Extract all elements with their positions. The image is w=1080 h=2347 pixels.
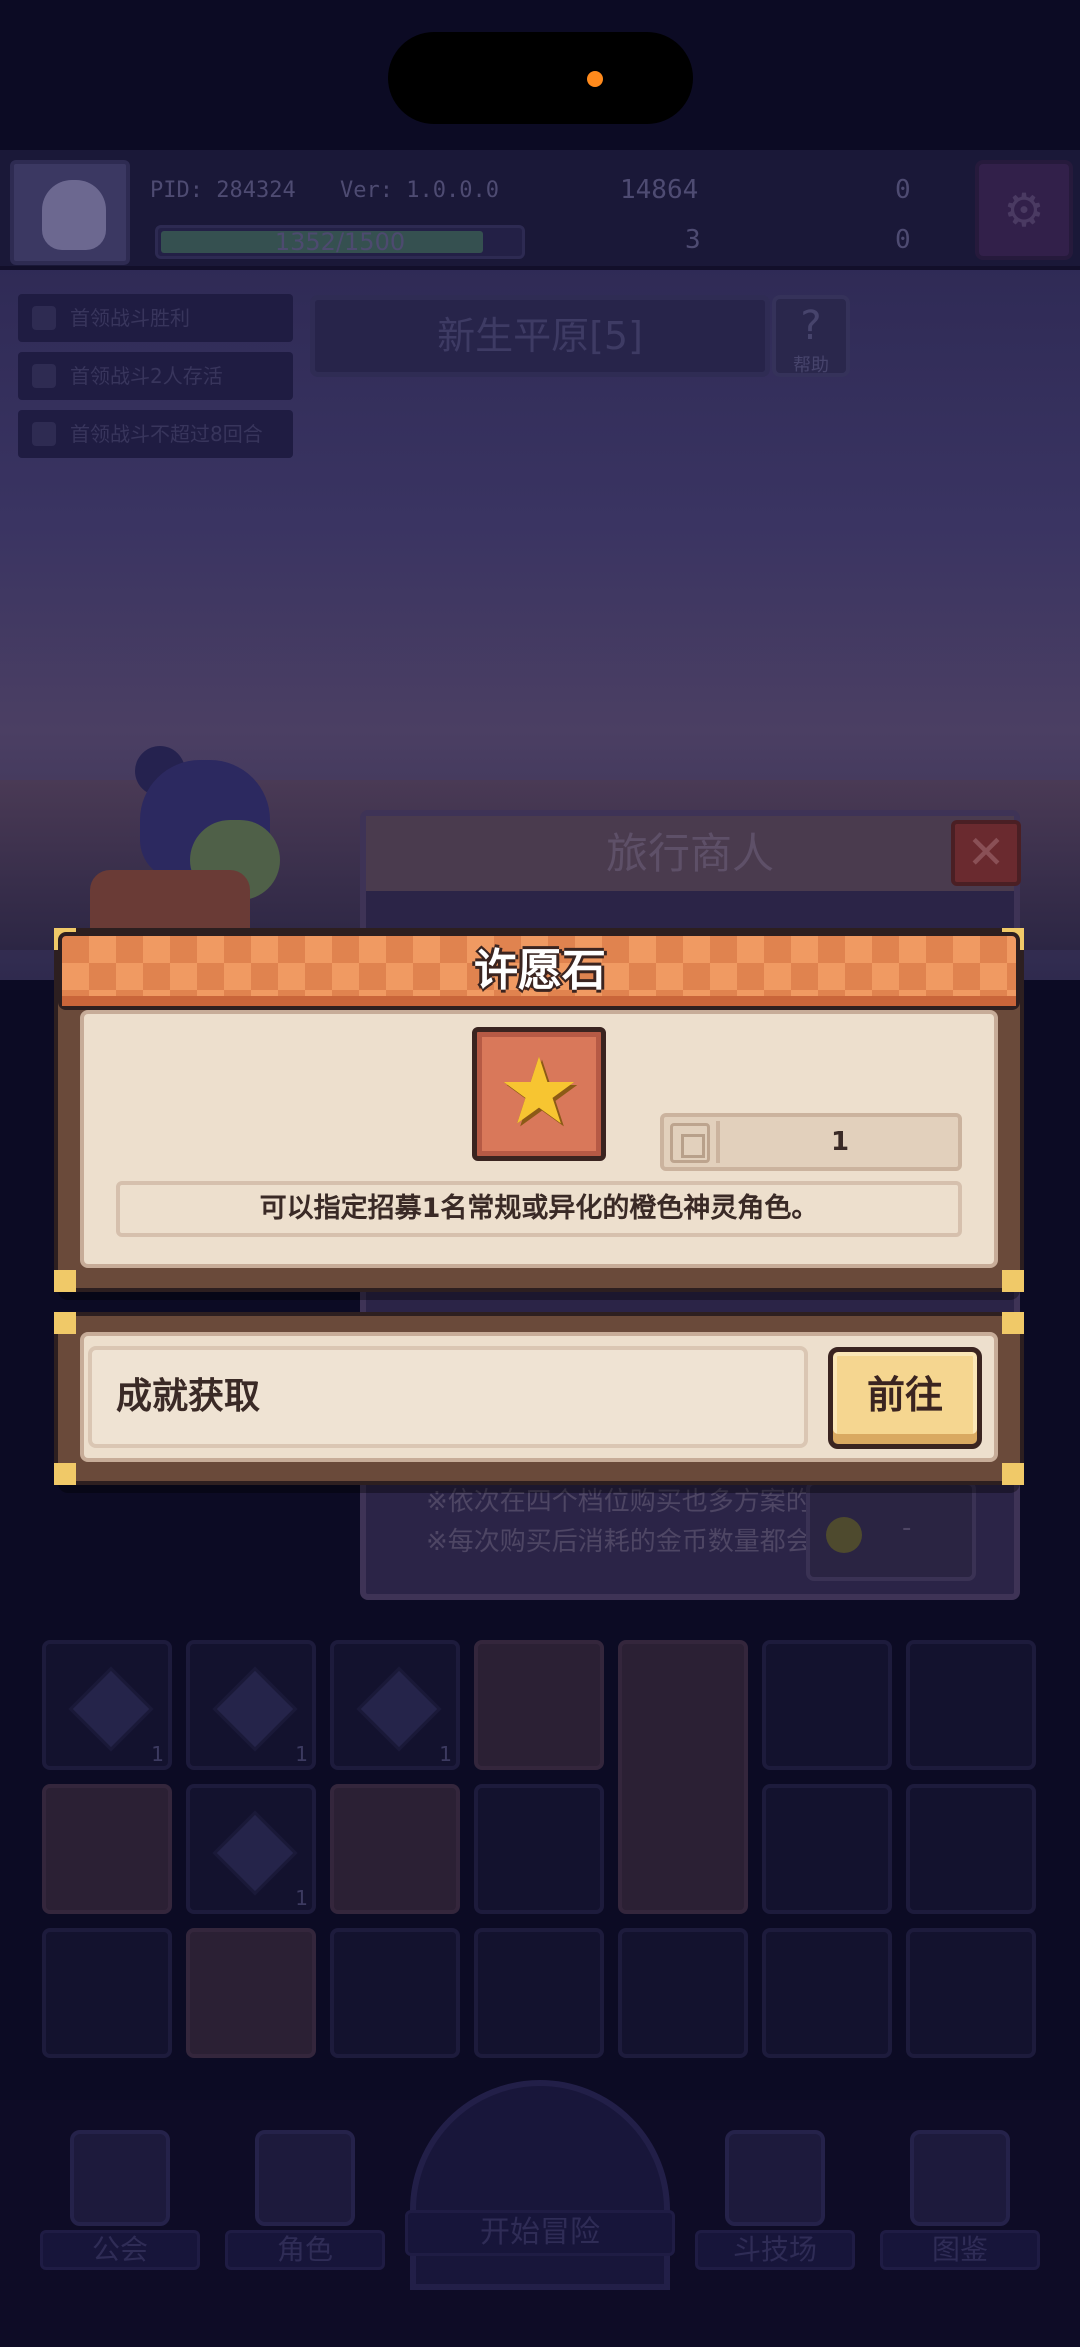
item-quantity-box: 1 xyxy=(660,1113,962,1171)
inventory-slot[interactable] xyxy=(618,1928,748,2058)
nav-character-label: 角色 xyxy=(225,2230,385,2270)
quantity-divider xyxy=(716,1121,720,1163)
key-count: 0 xyxy=(895,225,911,255)
help-button[interactable]: ? 帮助 xyxy=(772,295,850,377)
slot-count: 1 xyxy=(295,1886,308,1910)
player-avatar[interactable] xyxy=(10,160,130,265)
gold-count: 14864 xyxy=(620,175,699,205)
item-source-row: 成就获取 xyxy=(88,1346,808,1448)
nav-codex-label: 图鉴 xyxy=(880,2230,1040,2270)
gem-icon xyxy=(356,1666,442,1752)
slot-count: 1 xyxy=(295,1742,308,1766)
nav-codex[interactable]: 图鉴 xyxy=(880,2130,1040,2270)
inventory-slot[interactable] xyxy=(186,1928,316,2058)
frame-corner xyxy=(1002,1270,1024,1292)
nav-guild[interactable]: 公会 xyxy=(40,2130,200,2270)
item-description: 可以指定招募1名常规或异化的橙色神灵角色。 xyxy=(116,1181,962,1237)
hero-character xyxy=(90,746,310,940)
inventory-slot[interactable] xyxy=(474,1640,604,1770)
codex-icon xyxy=(910,2130,1010,2226)
quest-item: 首领战斗2人存活 xyxy=(18,352,293,400)
merchant-note: ※每次购买后消耗的金币数量都会提升 xyxy=(426,1527,864,1557)
swords-icon xyxy=(725,2130,825,2226)
camera-indicator-dot xyxy=(587,71,603,87)
nav-arena[interactable]: 斗技场 xyxy=(695,2130,855,2270)
nav-character[interactable]: 角色 xyxy=(225,2130,385,2270)
character-icon xyxy=(255,2130,355,2226)
inventory-slot[interactable] xyxy=(762,1640,892,1770)
coin-icon xyxy=(826,1517,862,1553)
clover-count: 3 xyxy=(685,225,701,255)
hero-body xyxy=(90,870,250,940)
quest-label: 首领战斗胜利 xyxy=(70,306,190,330)
inventory-slot[interactable] xyxy=(906,1928,1036,2058)
inventory-slot[interactable] xyxy=(330,1928,460,2058)
inventory-slot[interactable] xyxy=(330,1784,460,1914)
start-adventure-label: 开始冒险 xyxy=(405,2210,675,2256)
inventory-slot[interactable] xyxy=(42,1784,172,1914)
inventory-slot[interactable] xyxy=(762,1784,892,1914)
game-version: Ver: 1.0.0.0 xyxy=(340,178,499,203)
inventory-slot[interactable] xyxy=(42,1928,172,2058)
quest-label: 首领战斗2人存活 xyxy=(70,364,223,388)
inventory-slot[interactable]: 1 xyxy=(330,1640,460,1770)
inventory-slot[interactable] xyxy=(618,1640,748,1914)
inventory-slot[interactable] xyxy=(906,1784,1036,1914)
crown-icon xyxy=(32,364,56,388)
frame-corner xyxy=(54,1270,76,1292)
camera-notch xyxy=(388,32,693,124)
energy-bar: 1352/1500 xyxy=(155,225,525,259)
merchant-price: - xyxy=(902,1513,912,1543)
guild-icon xyxy=(70,2130,170,2226)
slot-count: 1 xyxy=(151,1742,164,1766)
crown-icon xyxy=(32,422,56,446)
merchant-title: 旅行商人 xyxy=(605,829,774,878)
frame-corner xyxy=(54,1312,76,1334)
player-id: PID: 284324 xyxy=(150,178,296,203)
question-icon: ? xyxy=(800,303,822,349)
wish-stone-item-icon: ★ xyxy=(472,1027,606,1161)
go-button-label: 前往 xyxy=(866,1373,943,1417)
nav-arena-label: 斗技场 xyxy=(695,2230,855,2270)
gem-icon xyxy=(212,1666,298,1752)
quest-item: 首领战斗胜利 xyxy=(18,294,293,342)
slot-count: 1 xyxy=(439,1742,452,1766)
star-icon: ★ xyxy=(497,1038,581,1145)
gem-count: 0 xyxy=(895,175,911,205)
gear-icon: ⚙ xyxy=(1003,183,1045,237)
quest-label: 首领战斗不超过8回合 xyxy=(70,422,263,446)
settings-button[interactable]: ⚙ xyxy=(975,160,1073,260)
merchant-price-box: - xyxy=(806,1481,976,1581)
avatar-face xyxy=(42,180,106,250)
gem-icon xyxy=(68,1666,154,1752)
frame-corner xyxy=(1002,1463,1024,1485)
crown-icon xyxy=(32,306,56,330)
inventory-slot[interactable] xyxy=(906,1640,1036,1770)
inventory-slot[interactable]: 1 xyxy=(186,1640,316,1770)
item-quantity: 1 xyxy=(830,1127,850,1157)
frame-corner xyxy=(54,1463,76,1485)
energy-text: 1352/1500 xyxy=(274,228,406,256)
frame-corner xyxy=(1002,1312,1024,1334)
stage-title: 新生平原[5] xyxy=(310,295,770,377)
quest-item: 首领战斗不超过8回合 xyxy=(18,410,293,458)
inventory-icon xyxy=(670,1123,710,1163)
inventory-slot[interactable] xyxy=(474,1784,604,1914)
merchant-close-button[interactable]: ✕ xyxy=(951,820,1021,886)
go-button[interactable]: 前往 xyxy=(828,1347,982,1449)
nav-guild-label: 公会 xyxy=(40,2230,200,2270)
inventory-slot[interactable] xyxy=(474,1928,604,2058)
inventory-slot[interactable]: 1 xyxy=(42,1640,172,1770)
gem-icon xyxy=(212,1810,298,1896)
help-label: 帮助 xyxy=(793,355,829,376)
inventory-slot[interactable]: 1 xyxy=(186,1784,316,1914)
item-title: 许愿石 xyxy=(474,945,606,996)
inventory-slot[interactable] xyxy=(762,1928,892,2058)
item-source-label: 成就获取 xyxy=(116,1376,261,1417)
